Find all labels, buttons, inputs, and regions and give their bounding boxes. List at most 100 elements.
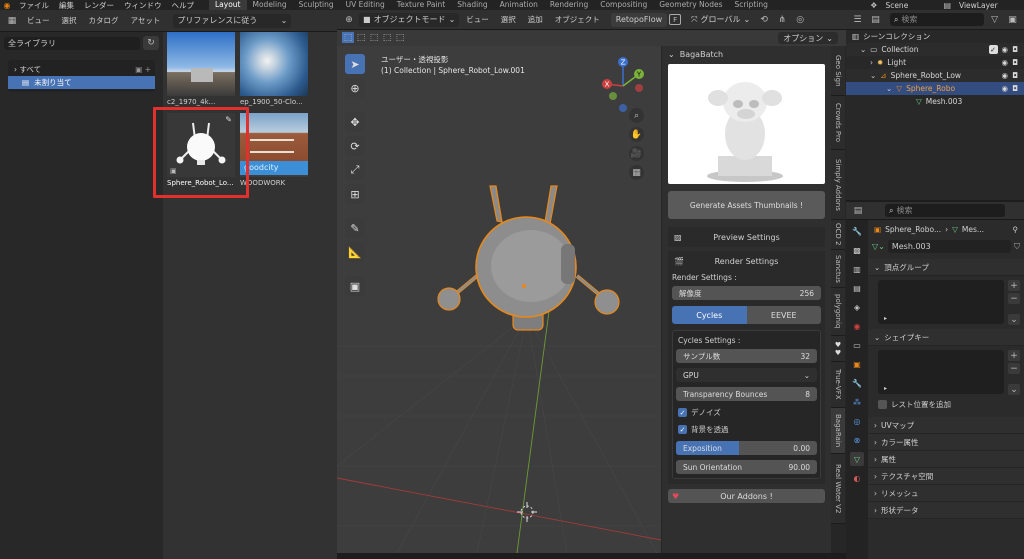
proportional-icon[interactable]: ◎ bbox=[792, 13, 808, 27]
editor-type-icon[interactable]: ▦ bbox=[4, 14, 20, 28]
asset-tile[interactable]: ep_1900_50-Clo... bbox=[240, 32, 308, 108]
tab-geometry-nodes[interactable]: Geometry Nodes bbox=[653, 0, 728, 10]
denoise-checkbox[interactable]: ✓ bbox=[678, 408, 687, 417]
preview-settings-header[interactable]: ▨ Preview Settings bbox=[668, 227, 825, 247]
select-intersect-icon[interactable]: ⬚ bbox=[394, 32, 406, 43]
transform-tool-icon[interactable]: ⊞ bbox=[345, 184, 365, 204]
eye-icon[interactable]: ◉ bbox=[1002, 58, 1009, 67]
generate-thumbnails-button[interactable]: Generate Assets Thumbnails ! bbox=[668, 191, 825, 219]
remove-shape-key-button[interactable]: − bbox=[1008, 363, 1020, 374]
tab-simply-addons[interactable]: Simply Addons bbox=[831, 150, 845, 220]
outliner-scene-collection[interactable]: ▥ シーンコレクション bbox=[846, 30, 1024, 43]
sun-orientation-field[interactable]: Sun Orientation 90.00 bbox=[676, 460, 817, 474]
mesh-name-field[interactable]: Mesh.003 bbox=[887, 240, 1011, 253]
outliner-search[interactable]: ⌕ 検索 bbox=[889, 13, 985, 26]
bagabatch-header[interactable]: ⌄ BagaBatch bbox=[662, 46, 831, 62]
vertex-group-menu-button[interactable]: ⌄ bbox=[1008, 314, 1020, 325]
vp-menu-object[interactable]: オブジェクト bbox=[550, 14, 605, 25]
camera-icon[interactable]: ◘ bbox=[1012, 71, 1024, 80]
particles-tab-icon[interactable]: ⁂ bbox=[850, 395, 864, 409]
texture-space-panel-header[interactable]: › テクスチャ空間 bbox=[868, 468, 1024, 485]
geometry-data-panel-header[interactable]: › 形状データ bbox=[868, 502, 1024, 519]
refresh-icon[interactable]: ↻ bbox=[143, 36, 159, 50]
catalog-item-all[interactable]: › すべて ▣ + bbox=[8, 63, 155, 76]
remesh-panel-header[interactable]: › リメッシュ bbox=[868, 485, 1024, 502]
select-extend-icon[interactable]: ⬚ bbox=[355, 32, 367, 43]
viewport-3d[interactable]: ユーザー・透視投影 (1) Collection | Sphere_Robot_… bbox=[337, 46, 661, 553]
eye-icon[interactable]: ◉ bbox=[1002, 71, 1009, 80]
material-tab-icon[interactable]: ◐ bbox=[850, 471, 864, 485]
measure-tool-icon[interactable]: 📐 bbox=[345, 242, 365, 262]
vertex-groups-list[interactable]: ▸ bbox=[878, 280, 1004, 324]
list-grip-icon[interactable]: ▸ bbox=[884, 315, 887, 322]
rest-position-checkbox-row[interactable]: レスト位置を追加 bbox=[868, 397, 1024, 411]
samples-field[interactable]: サンプル数 32 bbox=[676, 349, 817, 363]
import-mode-dropdown[interactable]: プリファレンスに従う ⌄ bbox=[173, 13, 292, 28]
pin-icon[interactable]: ⚲ bbox=[1013, 225, 1019, 234]
list-grip-icon[interactable]: ▸ bbox=[884, 385, 887, 392]
data-tab-icon[interactable]: ▽ bbox=[850, 452, 864, 466]
uv-maps-panel-header[interactable]: › UVマップ bbox=[868, 417, 1024, 434]
eye-icon[interactable]: ◉ bbox=[1002, 84, 1009, 93]
tab-modeling[interactable]: Modeling bbox=[247, 0, 293, 10]
vp-menu-select[interactable]: 選択 bbox=[496, 14, 521, 25]
outliner-row[interactable]: ▽ Mesh.003 bbox=[846, 95, 1024, 108]
tab-scripting[interactable]: Scripting bbox=[729, 0, 774, 10]
tab-rendering[interactable]: Rendering bbox=[544, 0, 594, 10]
zoom-icon[interactable]: ⌕ bbox=[629, 108, 644, 123]
eevee-button[interactable]: EEVEE bbox=[746, 306, 821, 324]
cursor-tool-icon[interactable]: ⊕ bbox=[345, 78, 365, 98]
shape-key-menu-button[interactable]: ⌄ bbox=[1008, 384, 1020, 395]
new-collection-icon[interactable]: ▣ bbox=[1005, 13, 1020, 27]
select-invert-icon[interactable]: ⬚ bbox=[381, 32, 393, 43]
select-subtract-icon[interactable]: ⬚ bbox=[368, 32, 380, 43]
tab-bagarain[interactable]: BagaRain bbox=[831, 408, 845, 454]
asset-tile[interactable]: c2_1970_4k... bbox=[167, 32, 235, 108]
asset-tile[interactable]: goodcity WOODWORK bbox=[240, 113, 308, 191]
pan-hand-icon[interactable]: ✋ bbox=[629, 127, 644, 142]
object-tab-icon[interactable]: ▣ bbox=[850, 357, 864, 371]
menu-help[interactable]: ヘルプ bbox=[167, 0, 200, 10]
tab-sanctus[interactable]: Sanctus bbox=[831, 250, 845, 288]
camera-icon[interactable]: ◘ bbox=[1012, 84, 1024, 93]
outliner-row[interactable]: › ✹ Light ◉ ◘ bbox=[846, 56, 1024, 69]
filter-icon[interactable]: ▽ bbox=[987, 13, 1002, 27]
transparent-bg-checkbox-row[interactable]: ✓ 背景を透過 bbox=[676, 422, 817, 437]
tab-animation[interactable]: Animation bbox=[494, 0, 544, 10]
remove-vertex-group-button[interactable]: − bbox=[1008, 293, 1020, 304]
transform-orientation-dropdown[interactable]: ⤧ グローバル ⌄ bbox=[687, 13, 754, 27]
add-cube-tool-icon[interactable]: ▣ bbox=[345, 276, 365, 296]
add-shape-key-button[interactable]: + bbox=[1008, 350, 1020, 361]
rotate-tool-icon[interactable]: ⟳ bbox=[345, 136, 365, 156]
select-tool-icon[interactable]: ➤ bbox=[345, 54, 365, 74]
tab-hearts[interactable]: ♥♥ bbox=[831, 336, 845, 362]
menu-window[interactable]: ウィンドウ bbox=[119, 0, 167, 10]
attributes-panel-header[interactable]: › 属性 bbox=[868, 451, 1024, 468]
tab-layout[interactable]: Layout bbox=[209, 0, 247, 10]
tab-crowds-pro[interactable]: Crowds Pro bbox=[831, 96, 845, 150]
shape-keys-panel-header[interactable]: ⌄ シェイプキー bbox=[868, 329, 1024, 346]
mode-dropdown[interactable]: ■ オブジェクトモード ⌄ bbox=[359, 12, 460, 27]
modifier-tab-icon[interactable]: 🔧 bbox=[850, 376, 864, 390]
snap-icon[interactable]: ⋔ bbox=[774, 13, 790, 27]
tab-real-water[interactable]: Real Water V2 bbox=[831, 454, 845, 524]
vp-menu-view[interactable]: ビュー bbox=[461, 14, 494, 25]
asset-menu-view[interactable]: ビュー bbox=[22, 15, 55, 26]
move-tool-icon[interactable]: ✥ bbox=[345, 112, 365, 132]
exposition-slider[interactable]: Exposition 0.00 bbox=[676, 441, 817, 455]
render-tab-icon[interactable]: ▩ bbox=[850, 243, 864, 257]
viewport-editor-icon[interactable]: ⊕ bbox=[341, 13, 357, 27]
tab-texture-paint[interactable]: Texture Paint bbox=[391, 0, 451, 10]
robot-model[interactable] bbox=[437, 185, 620, 331]
tab-polygoniq[interactable]: polygoniq bbox=[831, 288, 845, 336]
color-attributes-panel-header[interactable]: › カラー属性 bbox=[868, 434, 1024, 451]
tab-true-vfx[interactable]: True-VFX bbox=[831, 362, 845, 408]
view-layer-name[interactable]: ViewLayer bbox=[954, 1, 1024, 10]
eye-icon[interactable]: ◉ bbox=[1002, 45, 1009, 54]
denoise-checkbox-row[interactable]: ✓ デノイズ bbox=[676, 405, 817, 420]
shape-keys-list[interactable]: ▸ bbox=[878, 350, 1004, 394]
grid-toggle-icon[interactable]: ▦ bbox=[629, 165, 644, 180]
view-layer-tab-icon[interactable]: ▤ bbox=[850, 281, 864, 295]
asset-menu-catalog[interactable]: カタログ bbox=[84, 15, 124, 26]
new-catalog-icon[interactable]: ▣ bbox=[135, 65, 142, 74]
